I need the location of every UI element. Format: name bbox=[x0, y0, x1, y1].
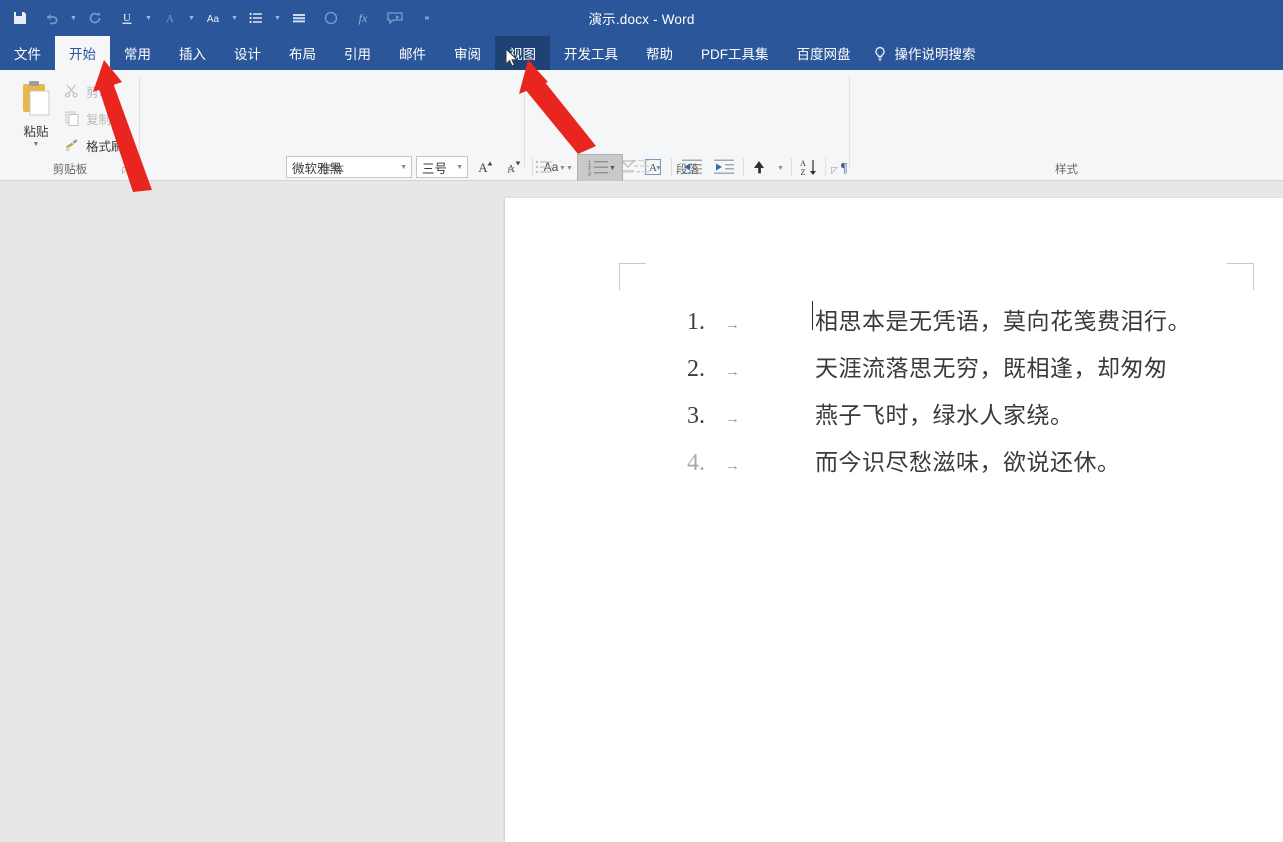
ribbon-group-styles: AaBbCcDc ↵正文 AaBbCcDc ↵无间隔 AaBbI 标题 1 bbox=[850, 70, 1283, 180]
group-label-clipboard: 剪贴板 bbox=[52, 164, 88, 176]
ribbon-tabs: 文件 开始 常用 插入 设计 布局 引用 邮件 审阅 视图 开发工具 帮助 PD… bbox=[0, 36, 1283, 70]
tab-common[interactable]: 常用 bbox=[110, 36, 165, 70]
margin-mark-top-right bbox=[1227, 263, 1254, 290]
bullets-caret-icon[interactable]: ▼ bbox=[272, 5, 283, 31]
format-painter-icon bbox=[62, 137, 82, 153]
cut-label: 剪切 bbox=[86, 85, 112, 100]
comment-icon[interactable] bbox=[382, 5, 408, 31]
list-item-text[interactable]: 燕子飞时，绿水人家绕。 bbox=[815, 396, 1074, 430]
font-color-icon[interactable]: A bbox=[157, 5, 183, 31]
tab-marker-icon: → bbox=[725, 363, 740, 380]
tell-me-label: 操作说明搜索 bbox=[894, 47, 976, 62]
list-item-text[interactable]: 相思本是无凭语，莫向花笺费泪行。 bbox=[812, 301, 1191, 336]
copy-button[interactable]: 复制 bbox=[62, 107, 111, 129]
list-item-number: 1. bbox=[687, 309, 705, 335]
tab-mailings[interactable]: 邮件 bbox=[385, 36, 440, 70]
tab-review[interactable]: 审阅 bbox=[440, 36, 495, 70]
cut-button[interactable]: 剪切 bbox=[62, 80, 111, 102]
svg-text:Aa: Aa bbox=[207, 14, 220, 25]
line-spacing-icon[interactable] bbox=[286, 5, 312, 31]
list-item[interactable]: 2. → 天涯流落思无穷，既相逢，却匆匆 bbox=[667, 349, 1283, 396]
list-item-text[interactable]: 天涯流落思无穷，既相逢，却匆匆 bbox=[815, 349, 1168, 383]
list-item-number: 3. bbox=[687, 403, 705, 429]
clipboard-dialog-launcher[interactable]: ◸ bbox=[122, 165, 129, 176]
group-label-font: 字体 bbox=[321, 164, 344, 176]
tab-developer[interactable]: 开发工具 bbox=[550, 36, 632, 70]
ribbon: 粘贴 ▼ 剪切 复制 格式刷 剪贴板 ◸ 微软雅黑 ▼ 三号 ▼ A A Aa … bbox=[0, 70, 1283, 213]
document-page[interactable]: 1. → 相思本是无凭语，莫向花笺费泪行。 2. → 天涯流落思无穷，既相逢，却… bbox=[505, 198, 1283, 842]
paste-button[interactable]: 粘贴 ▼ bbox=[10, 78, 62, 164]
tab-home[interactable]: 开始 bbox=[55, 36, 110, 70]
list-item-number: 4. bbox=[687, 450, 705, 476]
underline-caret-icon[interactable]: ▼ bbox=[143, 5, 154, 31]
change-case-caret-icon[interactable]: ▼ bbox=[229, 5, 240, 31]
ribbon-group-paragraph: ▼ 1 2 3 ▼ ▼ ▼ A Z ¶ 段落 ◸ bbox=[525, 70, 850, 213]
numbered-list[interactable]: 1. → 相思本是无凭语，莫向花笺费泪行。 2. → 天涯流落思无穷，既相逢，却… bbox=[667, 301, 1283, 490]
ribbon-group-clipboard: 粘贴 ▼ 剪切 复制 格式刷 剪贴板 ◸ bbox=[0, 70, 140, 180]
change-case-icon[interactable]: Aa bbox=[200, 5, 226, 31]
tab-marker-icon: → bbox=[725, 316, 740, 333]
svg-text:fx: fx bbox=[359, 11, 368, 25]
format-painter-button[interactable]: 格式刷 bbox=[62, 134, 124, 156]
copy-icon bbox=[62, 110, 82, 126]
font-dialog-launcher[interactable]: ◸ bbox=[508, 165, 515, 176]
title-bar: ▼ U ▼ A ▼ Aa ▼ ▼ fx 演示.docx - Word bbox=[0, 0, 1283, 36]
customize-qat-caret-icon[interactable] bbox=[414, 5, 440, 31]
font-color-caret-icon[interactable]: ▼ bbox=[186, 5, 197, 31]
tab-layout[interactable]: 布局 bbox=[275, 36, 330, 70]
tab-pdf-tools[interactable]: PDF工具集 bbox=[687, 36, 783, 70]
paste-caret-icon[interactable]: ▼ bbox=[33, 141, 40, 148]
list-item[interactable]: 1. → 相思本是无凭语，莫向花笺费泪行。 bbox=[667, 301, 1283, 349]
lightbulb-icon bbox=[873, 46, 887, 61]
save-icon[interactable] bbox=[7, 5, 33, 31]
list-item-number: 2. bbox=[687, 356, 705, 382]
svg-text:A: A bbox=[166, 13, 174, 25]
group-label-paragraph: 段落 bbox=[676, 164, 699, 176]
document-workspace: 1. → 相思本是无凭语，莫向花笺费泪行。 2. → 天涯流落思无穷，既相逢，却… bbox=[0, 181, 1283, 842]
text-cursor bbox=[812, 301, 813, 330]
copy-label: 复制 bbox=[86, 112, 112, 127]
redo-icon[interactable] bbox=[82, 5, 108, 31]
bullets-icon[interactable] bbox=[243, 5, 269, 31]
list-item[interactable]: 3. → 燕子飞时，绿水人家绕。 bbox=[667, 396, 1283, 443]
list-item-text[interactable]: 而今识尽愁滋味，欲说还休。 bbox=[815, 443, 1121, 477]
format-painter-label: 格式刷 bbox=[86, 139, 124, 154]
shapes-circle-icon[interactable] bbox=[318, 5, 344, 31]
tab-view[interactable]: 视图 bbox=[495, 36, 550, 70]
tab-references[interactable]: 引用 bbox=[330, 36, 385, 70]
svg-text:U: U bbox=[123, 12, 131, 24]
paste-label: 粘贴 bbox=[23, 125, 49, 139]
margin-mark-top-left bbox=[619, 263, 646, 290]
tab-help[interactable]: 帮助 bbox=[632, 36, 687, 70]
tab-marker-icon: → bbox=[725, 410, 740, 427]
tell-me-search[interactable]: 操作说明搜索 bbox=[865, 36, 990, 70]
undo-icon[interactable] bbox=[39, 5, 65, 31]
underline-icon[interactable]: U bbox=[114, 5, 140, 31]
tab-marker-icon: → bbox=[725, 457, 740, 474]
ribbon-tab-bar: 文件 开始 常用 插入 设计 布局 引用 邮件 审阅 视图 开发工具 帮助 PD… bbox=[0, 36, 1283, 70]
list-item[interactable]: 4. → 而今识尽愁滋味，欲说还休。 bbox=[667, 443, 1283, 490]
scissors-icon bbox=[62, 83, 82, 99]
word-window: ▼ U ▼ A ▼ Aa ▼ ▼ fx 演示.docx - Word 文件 开始… bbox=[0, 0, 1283, 842]
mouse-cursor bbox=[505, 48, 519, 67]
tab-design[interactable]: 设计 bbox=[220, 36, 275, 70]
quick-access-toolbar: ▼ U ▼ A ▼ Aa ▼ ▼ fx bbox=[0, 0, 443, 36]
formula-icon[interactable]: fx bbox=[350, 5, 376, 31]
group-label-styles: 样式 bbox=[1055, 164, 1078, 176]
undo-caret-icon[interactable]: ▼ bbox=[68, 5, 79, 31]
paragraph-dialog-launcher[interactable]: ◸ bbox=[831, 165, 838, 176]
ribbon-group-font: 微软雅黑 ▼ 三号 ▼ A A Aa ▼ A 字体 ◸ bbox=[140, 70, 662, 206]
tab-insert[interactable]: 插入 bbox=[165, 36, 220, 70]
tab-baidu-netdisk[interactable]: 百度网盘 bbox=[783, 36, 865, 70]
paste-icon bbox=[19, 80, 53, 120]
tab-file[interactable]: 文件 bbox=[0, 36, 55, 70]
